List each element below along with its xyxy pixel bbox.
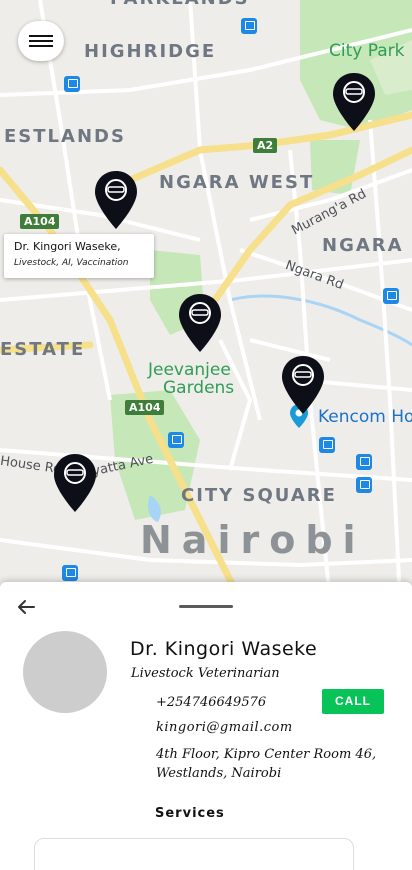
avatar — [23, 631, 107, 713]
back-arrow-icon[interactable] — [16, 598, 36, 616]
vet-pin-1[interactable] — [332, 72, 376, 132]
bus-stop-icon — [241, 18, 257, 34]
vet-pin-5[interactable] — [53, 453, 97, 513]
hamburger-icon-bar — [29, 45, 53, 47]
bus-stop-icon — [62, 565, 78, 581]
area-label-westlands: ESTLANDS — [4, 126, 126, 147]
hamburger-icon — [29, 35, 53, 37]
marker-info-window[interactable]: Dr. Kingori Waseke, Livestock, AI, Vacci… — [4, 234, 154, 278]
call-button[interactable]: CALL — [322, 689, 384, 714]
poi-label-city-park: City Park — [329, 41, 405, 61]
services-card — [34, 838, 354, 870]
area-label-city-square: CITY SQUARE — [181, 485, 337, 506]
bus-stop-icon — [356, 454, 372, 470]
bus-stop-icon — [319, 437, 335, 453]
vet-phone[interactable]: +254746649576 — [156, 695, 266, 710]
services-heading: Services — [155, 806, 225, 821]
vet-name: Dr. Kingori Waseke — [130, 638, 318, 660]
poi-label-jeevanjee: Jeevanjee — [148, 360, 231, 380]
map-view[interactable]: PARKLANDS HIGHRIDGE ESTLANDS NGARA WEST … — [0, 0, 412, 600]
vet-address: 4th Floor, Kipro Center Room 46, Westlan… — [156, 747, 377, 781]
bus-stop-icon — [168, 432, 184, 448]
bus-stop-icon — [383, 288, 399, 304]
city-label-nairobi: Nairobi — [140, 518, 366, 562]
bus-stop-icon — [64, 76, 80, 92]
area-label-highridge: HIGHRIDGE — [84, 41, 217, 62]
hamburger-icon-bar — [29, 40, 53, 42]
info-window-name: Dr. Kingori Waseke, — [14, 240, 121, 253]
poi-label-kencom: Kencom Ho — [318, 407, 412, 427]
vet-details-sheet: Dr. Kingori Waseke Livestock Veterinaria… — [0, 582, 412, 870]
vet-pin-3[interactable] — [178, 293, 222, 353]
area-label-estate: ESTATE — [0, 339, 86, 360]
vet-pin-2[interactable] — [94, 170, 138, 230]
poi-label-gardens: Gardens — [163, 378, 235, 398]
vet-pin-4[interactable] — [281, 355, 325, 415]
vet-email[interactable]: kingori@gmail.com — [156, 720, 293, 735]
drag-handle[interactable] — [179, 605, 233, 608]
road-shield-a104-south: A104 — [125, 400, 165, 415]
info-window-services: Livestock, AI, Vaccination — [14, 258, 129, 268]
area-label-ngara: NGARA — [322, 235, 404, 256]
area-label-parklands: PARKLANDS — [110, 0, 250, 9]
area-label-ngara-west: NGARA WEST — [159, 172, 315, 193]
bus-stop-icon — [356, 477, 372, 493]
menu-button[interactable] — [18, 21, 64, 61]
road-shield-a104: A104 — [20, 214, 60, 229]
vet-title: Livestock Veterinarian — [131, 666, 280, 681]
road-shield-a2: A2 — [253, 138, 278, 153]
